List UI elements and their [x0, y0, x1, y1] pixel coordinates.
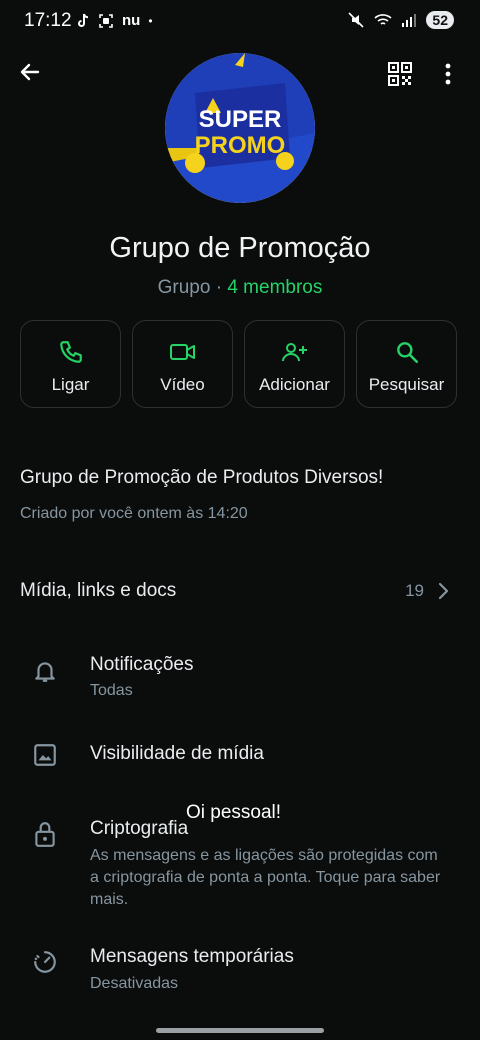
screen-record-icon — [99, 13, 113, 28]
search-icon — [396, 342, 418, 364]
timer-icon — [34, 951, 56, 973]
wifi-icon — [374, 14, 392, 25]
media-visibility-title: Visibilidade de mídia — [90, 743, 264, 764]
mute-icon — [348, 12, 364, 28]
notifications-subtitle: Todas — [90, 682, 133, 699]
notifications-title: Notificações — [90, 654, 194, 675]
disappearing-messages-setting[interactable]: Mensagens temporárias Desativadas — [0, 943, 480, 999]
group-type: Grupo — [157, 277, 211, 298]
chevron-right-icon — [438, 582, 449, 600]
signal-icon — [402, 14, 417, 27]
disappearing-messages-subtitle: Desativadas — [90, 975, 179, 992]
encryption-setting[interactable]: Criptografia As mensagens e as ligações … — [0, 814, 480, 914]
battery-badge: 52 — [426, 11, 454, 29]
bell-icon — [35, 662, 55, 682]
group-subtitle: Grupo · 4 membros — [0, 277, 480, 299]
media-title: Mídia, links e docs — [20, 580, 177, 601]
search-button-label: Pesquisar — [368, 375, 445, 394]
more-vertical-icon[interactable] — [436, 62, 460, 86]
avatar-line1: SUPER — [199, 106, 282, 133]
video-button[interactable]: Vídeo — [132, 320, 233, 408]
encryption-title: Criptografia — [90, 818, 189, 839]
action-buttons: Ligar Vídeo Adicionar Pesquisar — [20, 320, 460, 408]
call-button[interactable]: Ligar — [20, 320, 121, 408]
image-icon — [34, 744, 56, 766]
dot-icon: • — [148, 13, 153, 28]
notifications-setting[interactable]: Notificações Todas — [0, 650, 480, 706]
group-separator: · — [210, 277, 228, 298]
media-count: 19 — [405, 581, 424, 600]
qr-code-icon[interactable] — [388, 62, 412, 86]
call-button-label: Ligar — [51, 375, 90, 394]
media-links-docs-row[interactable]: Mídia, links e docs 19 — [20, 578, 460, 606]
group-name: Grupo de Promoção — [109, 232, 371, 264]
add-button-label: Adicionar — [259, 375, 330, 394]
group-description[interactable]: Grupo de Promoção de Produtos Diversos! — [20, 467, 383, 489]
avatar-line2: PROMO — [195, 132, 286, 159]
media-visibility-setting[interactable]: Visibilidade de mídia — [0, 738, 480, 774]
video-button-label: Vídeo — [160, 375, 205, 394]
group-created-info: Criado por você ontem às 14:20 — [20, 505, 248, 522]
add-person-icon — [281, 343, 307, 362]
overlay-caption: Oi pessoal! — [186, 802, 282, 823]
status-bar: 17:12 nu • 52 — [0, 0, 480, 44]
status-notification-icons: nu • — [76, 12, 153, 29]
phone-icon — [59, 341, 82, 363]
group-members-count[interactable]: 4 membros — [227, 277, 322, 298]
nu-icon: nu — [122, 12, 141, 29]
search-button[interactable]: Pesquisar — [356, 320, 457, 408]
status-time: 17:12 — [24, 10, 72, 31]
home-indicator[interactable] — [156, 1028, 324, 1033]
group-avatar[interactable]: SUPER PROMO — [165, 53, 315, 203]
tiktok-icon — [78, 13, 89, 27]
disappearing-messages-title: Mensagens temporárias — [90, 946, 294, 967]
encryption-subtitle: As mensagens e as ligações são protegida… — [90, 847, 441, 908]
video-icon — [169, 344, 195, 360]
add-button[interactable]: Adicionar — [244, 320, 345, 408]
back-arrow-icon[interactable] — [18, 60, 42, 84]
lock-icon — [35, 822, 55, 847]
